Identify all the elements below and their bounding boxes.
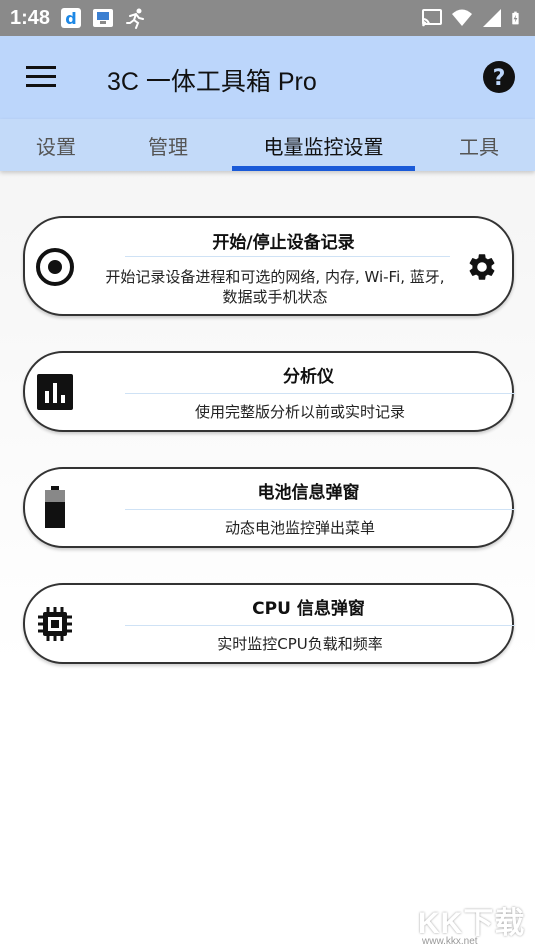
svg-text:?: ?	[493, 66, 506, 91]
record-icon	[36, 248, 74, 286]
cpu-popup-card-title: CPU 信息弹窗	[252, 599, 365, 619]
tab-battery-monitor-settings[interactable]: 电量监控设置	[224, 119, 423, 171]
wifi-icon	[452, 9, 472, 26]
watermark: KK下载 www.kkx.net	[418, 898, 525, 947]
help-icon[interactable]: ?	[482, 60, 516, 94]
status-time: 1:48	[10, 6, 51, 29]
analyzer-card-title: 分析仪	[283, 367, 334, 387]
gear-icon[interactable]	[466, 251, 498, 283]
record-card-title: 开始/停止设备记录	[212, 233, 355, 253]
status-system-icons	[421, 7, 525, 29]
cpu-chip-icon	[38, 607, 72, 641]
battery-popup-card-title: 电池信息弹窗	[257, 483, 360, 503]
tab-bar: 设置 管理 电量监控设置 工具	[0, 119, 535, 171]
battery-charging-icon	[512, 11, 519, 25]
app-bar: 3C 一体工具箱 Pro ?	[0, 36, 535, 119]
download-app-icon: d	[61, 8, 82, 28]
battery-popup-card-divider	[125, 509, 515, 510]
analyzer-card-divider	[125, 393, 515, 394]
tab-active-indicator	[232, 166, 415, 171]
tab-tools[interactable]: 工具	[423, 119, 535, 171]
bar-chart-icon	[37, 374, 73, 410]
watermark-url: www.kkx.net	[422, 936, 478, 947]
cpu-popup-card-description: 实时监控CPU负载和频率	[217, 635, 383, 653]
app-title: 3C 一体工具箱 Pro	[107, 68, 317, 96]
svg-text:d: d	[65, 9, 76, 28]
record-card-divider	[125, 256, 450, 257]
image-app-icon	[93, 9, 114, 27]
record-card[interactable]: 开始/停止设备记录 开始记录设备进程和可选的网络, 内存, Wi-Fi, 蓝牙,…	[23, 216, 514, 316]
cpu-popup-card-divider	[125, 625, 515, 626]
battery-popup-card[interactable]: 电池信息弹窗 动态电池监控弹出菜单	[23, 467, 515, 548]
tab-settings[interactable]: 设置	[0, 119, 112, 171]
battery-icon	[45, 486, 65, 528]
status-notification-icons: d	[60, 7, 146, 29]
hamburger-menu-icon[interactable]	[26, 64, 58, 90]
cast-icon	[422, 9, 442, 27]
tab-management[interactable]: 管理	[112, 119, 224, 171]
signal-icon	[483, 9, 501, 27]
battery-popup-card-description: 动态电池监控弹出菜单	[224, 519, 375, 537]
status-bar: 1:48 d	[0, 0, 535, 36]
record-card-description: 开始记录设备进程和可选的网络, 内存, Wi-Fi, 蓝牙, 数据或手机状态	[105, 268, 445, 306]
running-app-icon	[126, 8, 145, 29]
cpu-popup-card[interactable]: CPU 信息弹窗 实时监控CPU负载和频率	[23, 583, 515, 664]
analyzer-card[interactable]: 分析仪 使用完整版分析以前或实时记录	[23, 351, 515, 432]
analyzer-card-description: 使用完整版分析以前或实时记录	[194, 403, 405, 421]
